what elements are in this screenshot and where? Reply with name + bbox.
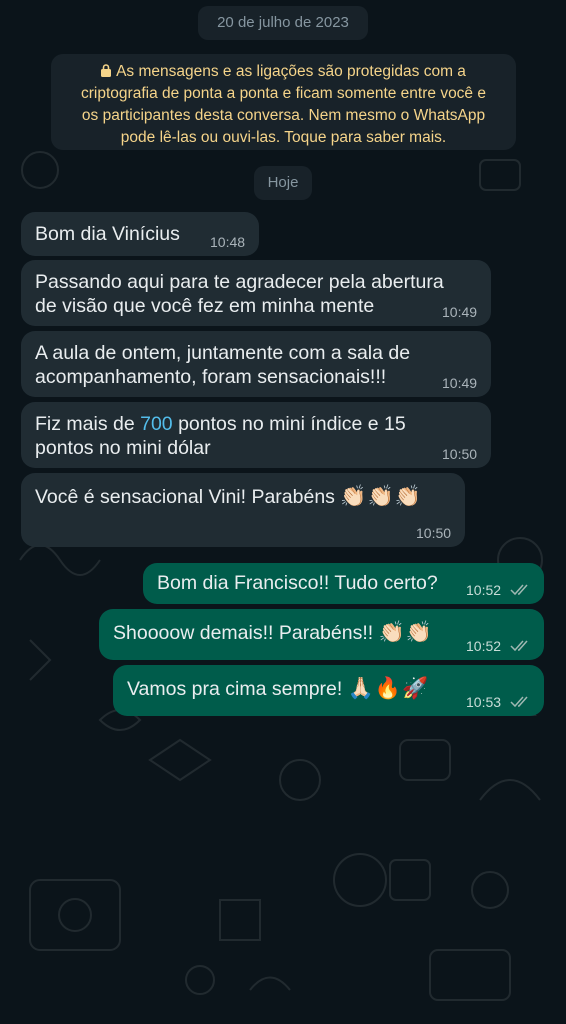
message-line: Fiz mais de 700 pontos no mini índice e …: [35, 412, 406, 436]
message-time: 10:49: [442, 304, 478, 320]
message-text: Bom dia Francisco!! Tudo certo?: [157, 572, 438, 594]
chat-area[interactable]: 20 de julho de 2023 As mensagens e as li…: [0, 0, 566, 1024]
double-check-icon: [510, 640, 528, 652]
message-time: 10:48: [210, 234, 246, 250]
message-bubble-outgoing[interactable]: Bom dia Francisco!! Tudo certo? 10:52: [143, 563, 544, 604]
encryption-notice-line-2: criptografia de ponta a ponta e ficam so…: [81, 85, 486, 102]
message-text-part: pontos no mini índice e 15: [172, 413, 406, 435]
message-bubble-incoming[interactable]: A aula de ontem, juntamente com a sala d…: [21, 331, 491, 397]
message-text: Fiz mais de 700 pontos no mini índice e …: [35, 412, 406, 460]
message-line: de visão que você fez em minha mente: [35, 295, 375, 317]
message-text: Bom dia Vinícius: [35, 223, 180, 245]
message-text: Shoooow demais!! Parabéns!! 👏🏻👏🏻: [113, 621, 433, 645]
message-bubble-incoming[interactable]: Fiz mais de 700 pontos no mini índice e …: [21, 402, 491, 468]
message-time: 10:52: [466, 638, 502, 654]
message-time: 10:50: [416, 525, 452, 541]
message-text-part: Fiz mais de: [35, 413, 141, 435]
clapping-hands-emoji: 👏🏻👏🏻👏🏻: [340, 485, 422, 508]
encryption-notice-line-4: pode lê-las ou ouvi-las. Toque para sabe…: [120, 129, 447, 146]
lock-icon: [101, 64, 112, 77]
message-bubble-incoming[interactable]: Bom dia Vinícius 10:48: [21, 212, 259, 256]
message-text: Você é sensacional Vini! Parabéns 👏🏻👏🏻👏🏻: [35, 485, 422, 509]
message-bubble-outgoing[interactable]: Shoooow demais!! Parabéns!! 👏🏻👏🏻 10:52: [99, 609, 544, 660]
encryption-notice[interactable]: As mensagens e as ligações são protegida…: [51, 54, 516, 150]
number-link[interactable]: 700: [140, 413, 173, 435]
encryption-notice-text-1: As mensagens e as ligações são protegida…: [116, 63, 466, 80]
message-bubble-incoming[interactable]: Você é sensacional Vini! Parabéns 👏🏻👏🏻👏🏻…: [21, 473, 465, 547]
date-separator: 20 de julho de 2023: [198, 6, 368, 40]
today-separator: Hoje: [254, 166, 312, 200]
message-text: Vamos pra cima sempre! 🙏🏻🔥🚀: [127, 677, 429, 701]
message-time: 10:50: [442, 446, 478, 462]
message-text: Passando aqui para te agradecer pela abe…: [35, 270, 444, 318]
prayer-fire-rocket-emoji: 🙏🏻🔥🚀: [347, 677, 430, 700]
message-text-part: Vamos pra cima sempre!: [127, 678, 343, 700]
message-time: 10:53: [466, 694, 502, 710]
double-check-icon: [510, 584, 528, 596]
double-check-icon: [510, 696, 528, 708]
message-text-part: Você é sensacional Vini! Parabéns: [35, 486, 335, 508]
message-bubble-outgoing[interactable]: Vamos pra cima sempre! 🙏🏻🔥🚀 10:53: [113, 665, 544, 716]
message-time: 10:49: [442, 375, 478, 391]
message-bubble-incoming[interactable]: Passando aqui para te agradecer pela abe…: [21, 260, 491, 326]
message-line: A aula de ontem, juntamente com a sala d…: [35, 342, 411, 364]
message-text: A aula de ontem, juntamente com a sala d…: [35, 341, 410, 389]
encryption-notice-line-1: As mensagens e as ligações são protegida…: [57, 61, 510, 83]
encryption-notice-line-3: os participantes desta conversa. Nem mes…: [81, 107, 486, 124]
message-line: pontos no mini dólar: [35, 437, 211, 459]
message-text-part: Shoooow demais!! Parabéns!!: [113, 622, 374, 644]
message-time: 10:52: [466, 582, 502, 598]
message-line: acompanhamento, foram sensacionais!!!: [35, 366, 387, 388]
message-line: Passando aqui para te agradecer pela abe…: [35, 271, 444, 293]
clapping-hands-emoji: 👏🏻👏🏻: [378, 621, 433, 644]
